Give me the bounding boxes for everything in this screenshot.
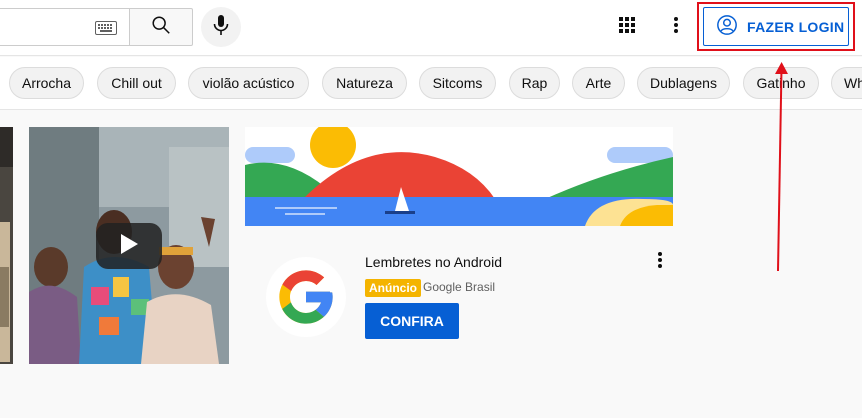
chips-bar: Arrocha Chill out violão acústico Nature… (0, 57, 862, 110)
chip-violao-acustico[interactable]: violão acústico (188, 67, 309, 99)
login-button[interactable]: FAZER LOGIN (703, 7, 849, 46)
ad-title[interactable]: Lembretes no Android (365, 254, 502, 270)
apps-button[interactable] (615, 15, 639, 39)
mic-icon (211, 14, 231, 41)
ad-badge: Anúncio (365, 279, 421, 297)
chip-natureza[interactable]: Natureza (322, 67, 407, 99)
ad-banner-image[interactable] (245, 127, 673, 226)
chip-partial[interactable]: Wh (831, 67, 862, 99)
google-g-logo[interactable] (266, 257, 346, 337)
search-button[interactable] (129, 8, 193, 46)
ad-more-button[interactable] (648, 250, 672, 274)
login-label: FAZER LOGIN (747, 18, 845, 35)
chip-gatinho[interactable]: Gatinho (743, 67, 819, 99)
video-thumbnail[interactable] (29, 127, 229, 364)
keyboard-icon[interactable] (95, 21, 117, 35)
chip-sitcoms[interactable]: Sitcoms (419, 67, 496, 99)
ad-cta-button[interactable]: CONFIRA (365, 303, 459, 339)
voice-search-button[interactable] (201, 7, 241, 47)
chip-arte[interactable]: Arte (572, 67, 625, 99)
search-icon (150, 14, 172, 41)
top-header: FAZER LOGIN (0, 0, 862, 56)
apps-grid-icon (618, 16, 636, 39)
play-button[interactable] (96, 223, 162, 269)
partial-video-thumbnail[interactable] (0, 127, 13, 364)
account-circle-icon (716, 14, 738, 39)
chip-dublagens[interactable]: Dublagens (637, 67, 730, 99)
search-input[interactable] (0, 8, 129, 46)
ad-advertiser: Google Brasil (423, 280, 496, 294)
play-icon (119, 233, 139, 260)
chip-arrocha[interactable]: Arrocha (9, 67, 84, 99)
more-vertical-icon (673, 16, 679, 39)
settings-more-button[interactable] (664, 15, 688, 39)
more-vertical-icon (657, 251, 663, 274)
youtube-page: FAZER LOGIN Arrocha Chill out violão acú… (0, 0, 862, 418)
chip-rap[interactable]: Rap (509, 67, 560, 99)
chip-chill-out[interactable]: Chill out (97, 67, 176, 99)
